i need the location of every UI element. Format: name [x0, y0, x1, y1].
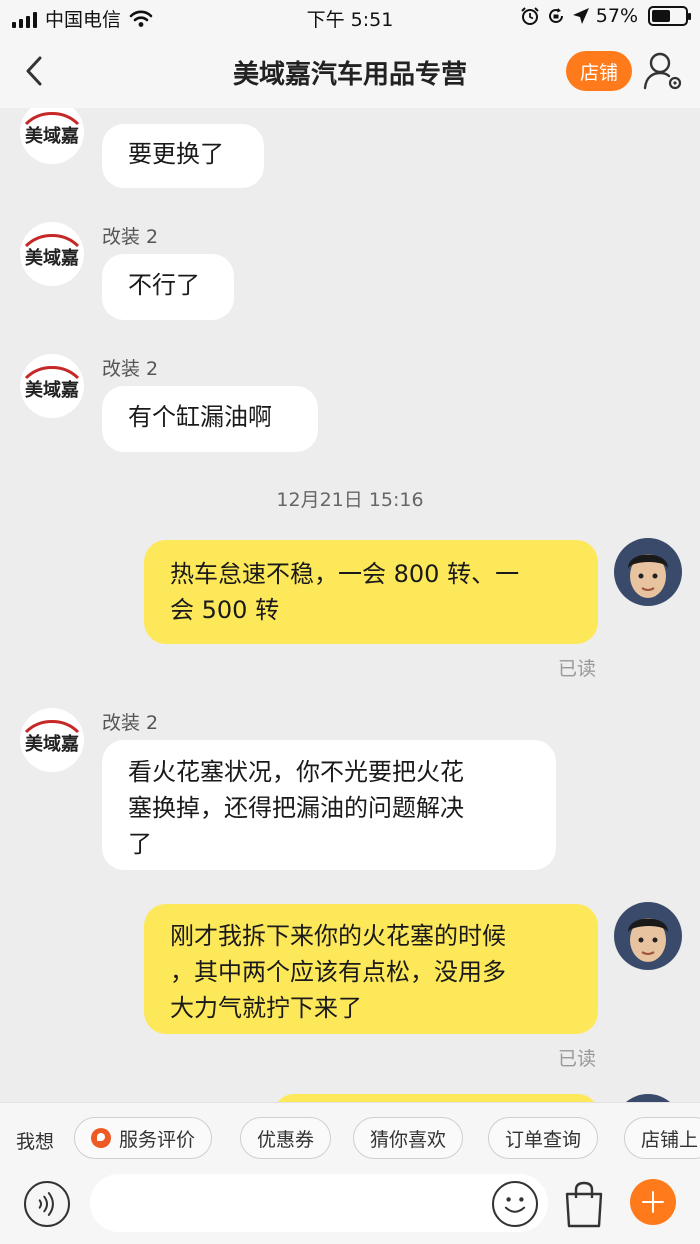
- chip-order-query[interactable]: 订单查询: [488, 1117, 599, 1159]
- message-line: 会 500 转: [170, 596, 280, 624]
- battery-icon: [648, 6, 691, 26]
- message-line: ，其中两个应该有点松，没用多: [170, 958, 506, 986]
- message-line: 了: [128, 830, 152, 858]
- chip-recommend[interactable]: 猜你喜欢: [353, 1117, 464, 1159]
- chip-label: 订单查询: [505, 1128, 582, 1151]
- quick-bar-label: 我想: [16, 1131, 55, 1153]
- svg-text:美域嘉: 美域嘉: [25, 379, 79, 401]
- battery-percent: 57%: [595, 5, 638, 27]
- message-bubble-in[interactable]: 看火花塞状况，你不光要把火花 塞换掉，还得把漏油的问题解决 了: [102, 740, 556, 870]
- svg-text:美域嘉: 美域嘉: [25, 125, 79, 147]
- chip-shop[interactable]: 店铺上: [624, 1117, 700, 1159]
- review-icon: [91, 1128, 111, 1148]
- voice-icon[interactable]: [24, 1181, 70, 1227]
- sender-name: 改装 2: [102, 226, 159, 248]
- user-avatar[interactable]: [614, 902, 682, 970]
- svg-text:美域嘉: 美域嘉: [25, 247, 79, 269]
- emoji-icon[interactable]: [492, 1181, 538, 1227]
- nav-bar: 美域嘉汽车用品专营 店铺: [0, 34, 700, 108]
- shop-logo: 美域嘉: [24, 366, 80, 401]
- message-bubble-out[interactable]: 热车怠速不稳，一会 800 转、一 会 500 转: [144, 540, 598, 644]
- chat-area[interactable]: 美域嘉 要更换了 美域嘉 改装 2 不行了 美域嘉 改装 2 有个缸漏油啊 12…: [0, 108, 700, 1102]
- input-bar: [0, 1174, 700, 1244]
- chip-label: 优惠券: [257, 1128, 315, 1151]
- rotation-lock-icon: [548, 8, 563, 23]
- user-avatar[interactable]: [614, 1094, 682, 1102]
- message-bubble-out-partial[interactable]: [274, 1094, 598, 1102]
- shopping-bag-icon[interactable]: [562, 1180, 606, 1230]
- message-input[interactable]: [90, 1174, 548, 1232]
- shop-logo: 美域嘉: [24, 112, 80, 147]
- profile-settings-icon[interactable]: [640, 48, 686, 94]
- plus-icon[interactable]: [630, 1179, 676, 1225]
- message-line: 看火花塞状况，你不光要把火花: [128, 758, 464, 786]
- alarm-icon: [521, 7, 539, 25]
- shop-avatar[interactable]: 美域嘉: [20, 354, 84, 418]
- shop-avatar[interactable]: 美域嘉: [20, 222, 84, 286]
- message-timestamp: 12月21日 15:16: [276, 489, 424, 511]
- shop-logo: 美域嘉: [24, 720, 80, 755]
- read-status: 已读: [558, 658, 597, 680]
- read-status: 已读: [558, 1048, 597, 1070]
- quick-reply-bar: 我想 服务评价 优惠券 猜你喜欢 订单查询 店铺上: [0, 1102, 700, 1174]
- chip-coupon[interactable]: 优惠券: [240, 1117, 332, 1159]
- chip-service-review[interactable]: 服务评价: [74, 1117, 213, 1159]
- message-line: 热车怠速不稳，一会 800 转、一: [170, 560, 520, 588]
- shop-avatar[interactable]: 美域嘉: [20, 108, 84, 164]
- message-bubble-in[interactable]: 要更换了: [102, 124, 264, 188]
- status-right: 57%: [520, 5, 691, 27]
- chip-label: 服务评价: [119, 1128, 196, 1151]
- shop-logo: 美域嘉: [24, 234, 80, 269]
- status-bar: 中国电信 下午 5:51 57%: [0, 0, 700, 34]
- message-line: 刚才我拆下来你的火花塞的时候: [170, 922, 506, 950]
- message-bubble-in[interactable]: 不行了: [102, 254, 234, 320]
- chip-label: 猜你喜欢: [370, 1128, 447, 1151]
- message-bubble-out[interactable]: 刚才我拆下来你的火花塞的时候 ，其中两个应该有点松，没用多 大力气就拧下来了: [144, 904, 598, 1034]
- sender-name: 改装 2: [102, 358, 159, 380]
- chip-label: 店铺上: [641, 1128, 699, 1151]
- message-line: 塞换掉，还得把漏油的问题解决: [128, 794, 464, 822]
- location-icon: [572, 8, 589, 24]
- shop-button[interactable]: 店铺: [566, 51, 632, 91]
- user-avatar[interactable]: [614, 538, 682, 606]
- message-line: 大力气就拧下来了: [170, 994, 362, 1022]
- sender-name: 改装 2: [102, 712, 159, 734]
- svg-text:美域嘉: 美域嘉: [25, 733, 79, 755]
- shop-avatar[interactable]: 美域嘉: [20, 708, 84, 772]
- message-bubble-in[interactable]: 有个缸漏油啊: [102, 386, 318, 452]
